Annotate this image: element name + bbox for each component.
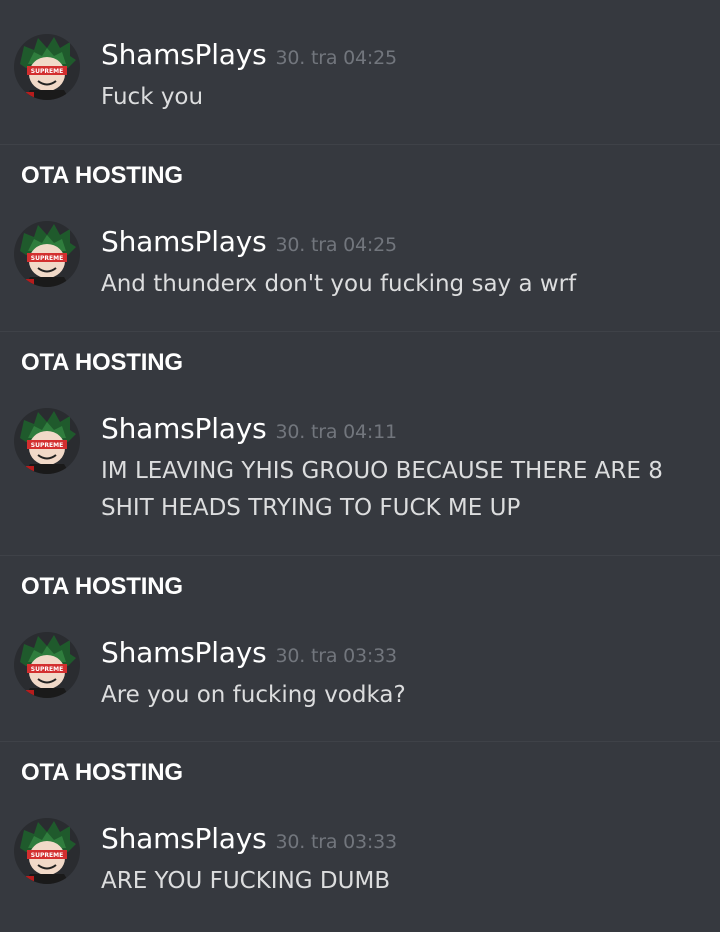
message-timestamp: 30. tra 03:33	[275, 645, 398, 667]
user-avatar[interactable]: SUPREME	[14, 221, 80, 287]
channel-label: OTA HOSTING	[21, 573, 183, 600]
message-timestamp: 30. tra 04:11	[275, 421, 398, 443]
message-content: Are you on fucking vodka?	[101, 677, 701, 714]
channel-label: OTA HOSTING	[21, 349, 183, 376]
svg-text:SUPREME: SUPREME	[31, 68, 63, 75]
message-content: And thunderx don't you fucking say a wrf	[101, 266, 701, 303]
divider	[0, 555, 720, 556]
svg-text:SUPREME: SUPREME	[31, 442, 63, 449]
message-author[interactable]: ShamsPlays 30. tra 04:25	[101, 38, 397, 71]
message-author[interactable]: ShamsPlays 30. tra 04:11	[101, 412, 397, 445]
svg-text:SUPREME: SUPREME	[31, 666, 63, 673]
anime-avatar-icon: SUPREME	[14, 408, 80, 474]
message-line: And thunderx don't you fucking say a wrf	[101, 271, 577, 297]
message-feed: SUPREME ShamsPlays 30. tra 04:25 Fuck you…	[0, 0, 720, 932]
message-timestamp: 30. tra 04:25	[275, 47, 398, 69]
divider	[0, 741, 720, 742]
message-line: Are you on fucking vodka?	[101, 682, 406, 708]
anime-avatar-icon: SUPREME	[14, 34, 80, 100]
message-line: Fuck you	[101, 84, 204, 110]
message-content: ARE YOU FUCKING DUMB	[101, 863, 701, 900]
message-timestamp: 30. tra 03:33	[275, 831, 398, 853]
divider	[0, 144, 720, 145]
user-avatar[interactable]: SUPREME	[14, 818, 80, 884]
message-line: IM LEAVING YHIS GROUO BECAUSE THERE ARE …	[101, 458, 663, 484]
svg-text:SUPREME: SUPREME	[31, 852, 63, 859]
message-content: Fuck you	[101, 79, 701, 116]
channel-label: OTA HOSTING	[21, 759, 183, 786]
message-author[interactable]: ShamsPlays 30. tra 03:33	[101, 636, 397, 669]
message-line: SHIT HEADS TRYING TO FUCK ME UP	[101, 495, 521, 521]
channel-label: OTA HOSTING	[21, 162, 183, 189]
message-timestamp: 30. tra 04:25	[275, 234, 398, 256]
message-line: ARE YOU FUCKING DUMB	[101, 868, 391, 894]
message-author[interactable]: ShamsPlays 30. tra 04:25	[101, 225, 397, 258]
user-avatar[interactable]: SUPREME	[14, 408, 80, 474]
message-author[interactable]: ShamsPlays 30. tra 03:33	[101, 822, 397, 855]
anime-avatar-icon: SUPREME	[14, 632, 80, 698]
anime-avatar-icon: SUPREME	[14, 818, 80, 884]
user-avatar[interactable]: SUPREME	[14, 632, 80, 698]
divider	[0, 331, 720, 332]
anime-avatar-icon: SUPREME	[14, 221, 80, 287]
message-content: IM LEAVING YHIS GROUO BECAUSE THERE ARE …	[101, 453, 701, 527]
svg-text:SUPREME: SUPREME	[31, 255, 63, 262]
user-avatar[interactable]: SUPREME	[14, 34, 80, 100]
